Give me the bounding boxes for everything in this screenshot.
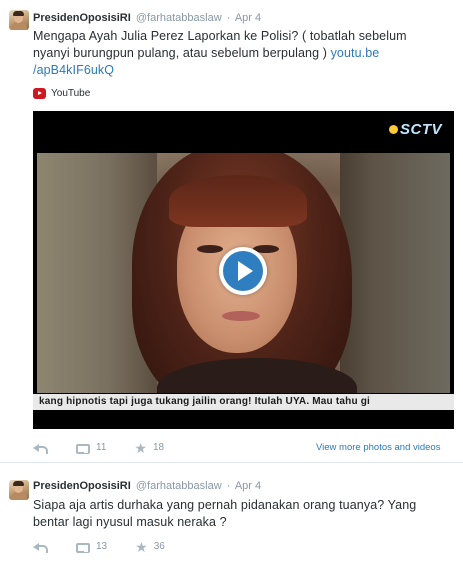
tweet-header: PresidenOposisiRI @farhatabbaslaw · Apr … — [33, 12, 261, 24]
fullname[interactable]: PresidenOposisiRI — [33, 12, 131, 24]
favorite-button[interactable]: ★ 36 — [135, 538, 165, 555]
separator-dot: · — [226, 480, 231, 492]
retweet-icon — [75, 443, 90, 454]
tweet-text: Mengapa Ayah Julia Perez Laporkan ke Pol… — [33, 28, 438, 79]
retweet-icon — [75, 542, 90, 553]
avatar[interactable] — [9, 480, 29, 500]
sun-icon — [388, 125, 398, 134]
separator-dot: · — [226, 12, 231, 24]
channel-watermark: SCTV — [388, 121, 442, 138]
retweet-count: 13 — [96, 541, 108, 552]
timestamp[interactable]: Apr 4 — [235, 12, 261, 24]
tweet[interactable]: PresidenOposisiRI @farhatabbaslaw · Apr … — [0, 464, 463, 568]
retweet-button[interactable]: 11 — [75, 442, 107, 454]
screenname[interactable]: @farhatabbaslaw — [136, 12, 222, 24]
view-more-link[interactable]: View more photos and videos — [316, 442, 440, 453]
favorite-count: 36 — [153, 541, 165, 552]
news-ticker: kang hipnotis tapi juga tukang jailin or… — [33, 394, 454, 410]
reply-icon — [33, 443, 48, 454]
video-player[interactable]: SCTV kang hipnotis tapi juga tukang jail… — [33, 111, 454, 429]
play-icon[interactable] — [219, 247, 267, 295]
screenname[interactable]: @farhatabbaslaw — [136, 480, 222, 492]
reply-button[interactable] — [33, 542, 48, 553]
tweet-text: Siapa aja artis durhaka yang pernah pida… — [33, 498, 417, 529]
favorite-button[interactable]: ★ 18 — [134, 439, 165, 456]
favorite-count: 18 — [152, 442, 165, 453]
reply-button[interactable] — [33, 443, 48, 454]
retweet-count: 11 — [96, 442, 107, 453]
card-source[interactable]: YouTube — [33, 86, 90, 100]
star-icon: ★ — [135, 538, 148, 555]
retweet-button[interactable]: 13 — [75, 541, 108, 553]
tweet[interactable]: PresidenOposisiRI @farhatabbaslaw · Apr … — [0, 0, 463, 463]
reply-icon — [33, 542, 48, 553]
tweet-actions: 11 ★ 18 — [33, 439, 165, 456]
tweet-actions: 13 ★ 36 — [33, 538, 165, 555]
card-source-label: YouTube — [51, 87, 91, 99]
avatar[interactable] — [9, 10, 29, 30]
fullname[interactable]: PresidenOposisiRI — [33, 480, 131, 492]
star-icon: ★ — [134, 439, 147, 456]
youtube-icon — [33, 87, 46, 99]
tweet-header: PresidenOposisiRI @farhatabbaslaw · Apr … — [33, 480, 261, 492]
timestamp[interactable]: Apr 4 — [235, 480, 261, 492]
